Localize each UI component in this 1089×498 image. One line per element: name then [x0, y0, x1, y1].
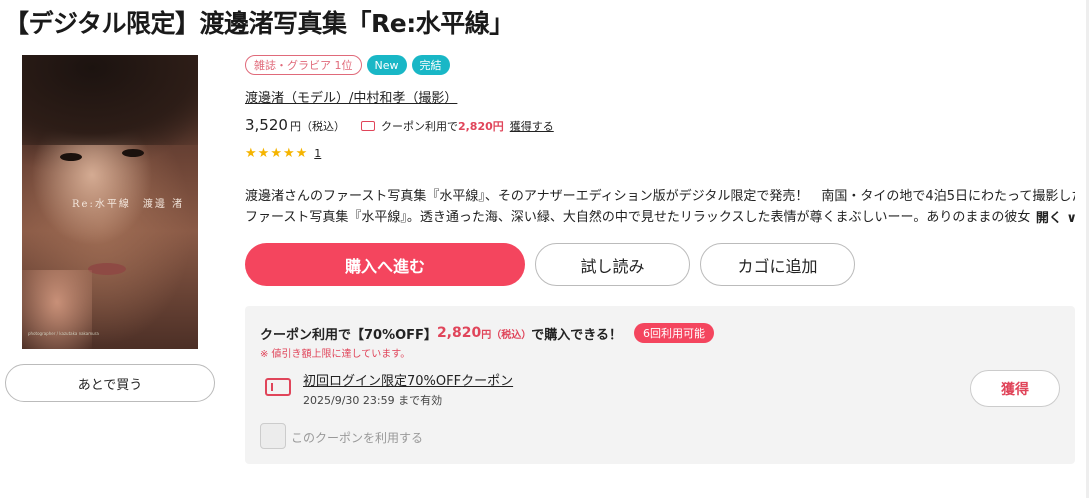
- add-to-cart-button[interactable]: カゴに追加: [700, 243, 855, 286]
- cover-title-text: Re:水平線 渡邊 渚: [72, 199, 184, 210]
- cover-hand: [22, 270, 92, 349]
- coupon-head-unit: 円（税込）: [481, 329, 532, 341]
- star-icon: ★: [295, 146, 308, 161]
- cover-lips: [88, 263, 126, 275]
- badge-row: 雑誌・グラビア 1位 New 完結: [245, 55, 450, 75]
- coupon-head-price: 2,820: [436, 325, 482, 341]
- coupon-name-link[interactable]: 初回ログイン限定70%OFFクーポン: [303, 370, 513, 389]
- coupon-acquire-button[interactable]: 獲得: [970, 370, 1060, 407]
- author-link[interactable]: 渡邊渚（モデル）/中村和孝（撮影）: [245, 87, 457, 106]
- coupon-text: クーポン利用で: [380, 120, 458, 133]
- coupon-head-suffix: で購入できる！: [531, 327, 622, 343]
- star-icon: ★: [282, 146, 295, 161]
- coupon-price: 2,820円: [457, 120, 504, 133]
- buy-later-button[interactable]: あとで買う: [5, 364, 215, 402]
- coupon-panel: クーポン利用で【70%OFF】 2,820 円（税込） で購入できる！ 6回利用…: [245, 306, 1075, 464]
- description-line: ファースト写真集『水平線』。透き通った海、深い緑、大自然の中で見せたリラックスし…: [245, 210, 1044, 225]
- star-icon: ★: [270, 146, 282, 161]
- cover-eye-right: [122, 149, 144, 157]
- cover-hair: [22, 55, 198, 145]
- purchase-button[interactable]: 購入へ進む: [245, 243, 525, 286]
- coupon-headline: クーポン利用で【70%OFF】 2,820 円（税込） で購入できる！ 6回利用…: [260, 323, 714, 343]
- coupon-uses-badge: 6回利用可能: [633, 323, 714, 343]
- coupon-get-link[interactable]: 獲得する: [510, 118, 554, 134]
- price-amount: 3,520: [245, 116, 288, 134]
- cover-eye-left: [60, 153, 82, 161]
- use-coupon-checkbox[interactable]: [260, 423, 286, 449]
- rank-badge[interactable]: 雑誌・グラビア 1位: [245, 55, 362, 75]
- coupon-head-prefix: クーポン利用で【70%OFF】: [260, 327, 437, 343]
- star-icon: ★: [257, 146, 270, 161]
- expand-description-button[interactable]: 開く ∨: [1029, 207, 1077, 226]
- page-title: 【デジタル限定】渡邊渚写真集「Re:水平線」: [4, 9, 514, 38]
- coupon-icon: [360, 121, 375, 131]
- star-icon: ★: [245, 146, 257, 161]
- book-cover-image[interactable]: Re:水平線 渡邊 渚 photographer / kazutaka naka…: [22, 55, 198, 349]
- price-row: 3,520 円（税込） クーポン利用で 2,820円 獲得する: [245, 116, 554, 134]
- trial-read-button[interactable]: 試し読み: [535, 243, 690, 286]
- coupon-expiry: 2025/9/30 23:59 まで有効: [303, 394, 443, 407]
- rating: ★ ★ ★ ★ ★ 1: [245, 147, 321, 160]
- cover-credit-text: photographer / kazutaka nakamura: [28, 331, 99, 336]
- new-badge: New: [366, 55, 407, 75]
- description-line: 渡邊渚さんのファースト写真集『水平線』、そのアナザーエディション版がデジタル限定…: [245, 189, 1075, 204]
- review-count-link[interactable]: 1: [314, 147, 321, 160]
- complete-badge: 完結: [411, 55, 450, 75]
- description: 渡邊渚さんのファースト写真集『水平線』、そのアナザーエディション版がデジタル限定…: [245, 186, 1075, 228]
- coupon-warning: ※ 値引き額上限に達しています。: [260, 349, 411, 360]
- price-unit: 円（税込）: [289, 120, 345, 133]
- coupon-ticket-icon: [265, 378, 291, 396]
- use-coupon-label: このクーポンを利用する: [291, 431, 424, 445]
